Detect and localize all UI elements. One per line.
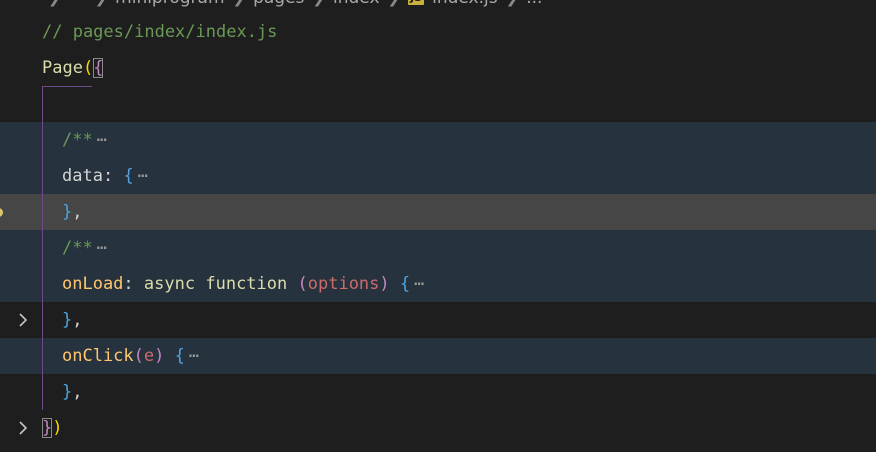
code-line[interactable]: // pages/index/index.js — [0, 14, 876, 50]
file-path-comment: // pages/index/index.js — [42, 22, 278, 42]
folded-ellipsis[interactable]: ⋯ — [189, 346, 199, 366]
close-brace-line: }, — [62, 374, 83, 410]
breadcrumb-item-pages[interactable]: pages — [253, 0, 304, 8]
folded-ellipsis[interactable]: ⋯ — [97, 130, 107, 150]
page-function-name: Page — [42, 58, 83, 78]
data-key: data — [62, 166, 103, 186]
breadcrumb-overflow[interactable]: ... — [526, 0, 542, 8]
comma: , — [72, 202, 83, 222]
doc-comment: /** ⋯ — [62, 122, 107, 158]
breadcrumb-chevron-icon: ❯ — [312, 0, 325, 7]
fold-collapsed-chevron-icon[interactable] — [15, 168, 31, 255]
folded-ellipsis[interactable]: ⋯ — [138, 166, 148, 186]
folded-code-line[interactable]: onClick(e) {⋯ — [0, 338, 876, 435]
code-line[interactable]: Page({ — [0, 50, 876, 145]
code-line-empty[interactable] — [0, 86, 876, 122]
onclick-method: onClick(e) {⋯ — [62, 338, 199, 374]
close-brace: } — [62, 202, 73, 222]
open-brace: { — [399, 274, 411, 294]
bracket-pair-guide — [42, 86, 43, 410]
fold-expanded-chevron-icon[interactable] — [15, 60, 31, 145]
breadcrumb-chevron-icon: ❯ — [48, 0, 61, 7]
open-brace: { — [123, 166, 134, 186]
data-property: data: {⋯ — [62, 158, 148, 194]
code-line[interactable]: }) — [0, 410, 876, 446]
comma: , — [72, 310, 83, 330]
folded-ellipsis[interactable]: ⋯ — [97, 238, 107, 258]
open-brace-matched: { — [93, 58, 104, 78]
breadcrumb-chevron-icon: ❯ — [95, 0, 108, 7]
folded-code-line[interactable]: /** ⋯ — [0, 230, 876, 327]
folded-code-line[interactable]: onLoad: async function (options) {⋯ — [0, 266, 876, 363]
folded-code-line[interactable]: /** ⋯ — [0, 122, 876, 219]
folded-ellipsis[interactable]: ⋯ — [414, 274, 424, 294]
breadcrumb: ❯ ❯ miniprogram ❯ pages ❯ index ❯ JS ind… — [0, 0, 876, 10]
close-paren: ) — [52, 418, 63, 438]
close-brace: } — [62, 382, 73, 402]
fold-collapsed-chevron-icon[interactable] — [15, 348, 31, 435]
close-brace: } — [62, 310, 73, 330]
page-call-close: }) — [42, 410, 63, 446]
current-code-line[interactable]: }, — [0, 194, 876, 230]
function-keyword: function — [205, 274, 288, 294]
open-paren: ( — [82, 58, 94, 78]
fold-collapsed-chevron-icon[interactable] — [15, 132, 31, 219]
breadcrumb-item-miniprogram[interactable]: miniprogram — [115, 0, 224, 8]
close-paren: ) — [154, 346, 165, 366]
folded-code-line[interactable]: data: {⋯ — [0, 158, 876, 255]
close-paren: ) — [379, 274, 390, 294]
close-brace-line: }, — [62, 194, 83, 230]
code-line[interactable]: }, — [0, 302, 876, 338]
breadcrumb-item-index[interactable]: index — [333, 0, 380, 8]
page-call: Page({ — [42, 50, 104, 86]
js-file-icon: JS — [408, 0, 425, 5]
doc-comment-open: /** — [62, 130, 93, 150]
onload-key: onLoad — [62, 274, 124, 294]
open-paren: ( — [133, 346, 144, 366]
doc-comment-open: /** — [62, 238, 93, 258]
breadcrumb-chevron-icon: ❯ — [506, 0, 519, 7]
fold-collapsed-chevron-icon[interactable] — [15, 276, 31, 363]
e-param: e — [143, 346, 155, 366]
bracket-pair-guide-top — [42, 86, 92, 87]
close-brace-line: }, — [62, 302, 83, 338]
async-keyword: async — [143, 274, 196, 294]
breadcrumb-chevron-icon: ❯ — [388, 0, 401, 7]
breadcrumb-chevron-icon: ❯ — [233, 0, 246, 7]
open-brace: { — [174, 346, 185, 366]
close-brace-matched: } — [42, 418, 53, 438]
code-line[interactable]: }, — [0, 374, 876, 410]
onload-method: onLoad: async function (options) {⋯ — [62, 266, 424, 302]
colon: : — [123, 274, 134, 294]
open-paren: ( — [297, 274, 308, 294]
colon: : — [102, 166, 114, 186]
breakpoint-hint-icon[interactable] — [0, 208, 3, 217]
doc-comment: /** ⋯ — [62, 230, 107, 266]
breadcrumb-item-file[interactable]: index.js — [432, 0, 498, 8]
options-param: options — [307, 274, 380, 294]
onclick-key: onClick — [62, 346, 134, 366]
fold-collapsed-chevron-icon[interactable] — [15, 240, 31, 327]
comma: , — [72, 382, 83, 402]
